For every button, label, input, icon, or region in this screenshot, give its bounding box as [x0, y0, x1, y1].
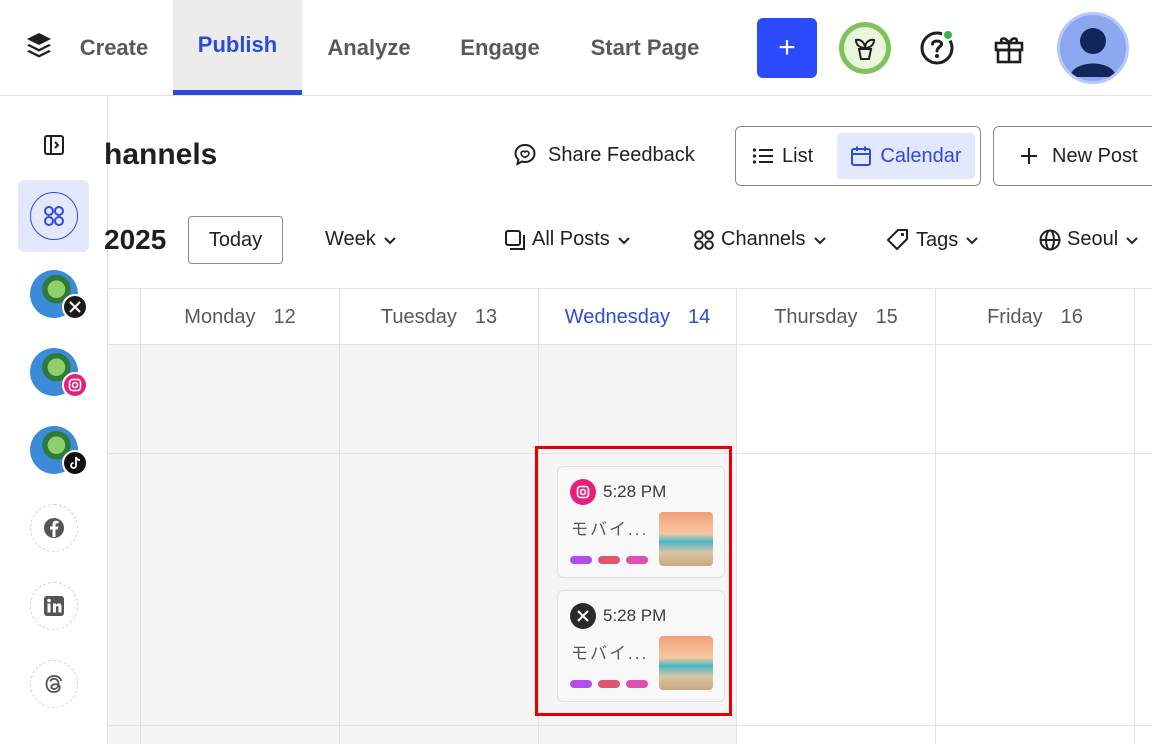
all-channels-button[interactable] — [18, 180, 89, 252]
new-post-button[interactable]: New Post — [993, 126, 1152, 186]
channel-tiktok[interactable] — [30, 426, 88, 476]
nav-tab-engage[interactable]: Engage — [444, 0, 556, 95]
plus-icon: + — [778, 31, 796, 64]
calendar-view-button[interactable]: Calendar — [837, 133, 975, 179]
range-dropdown[interactable]: Week — [325, 228, 398, 251]
threads-icon — [45, 675, 63, 693]
calendar-day-header: Monday 12 Tuesday 13 Wednesday 14 Thursd… — [108, 288, 1152, 345]
plant-icon — [854, 38, 876, 60]
day-name: Friday — [987, 305, 1043, 328]
channel-threads[interactable] — [30, 660, 78, 708]
calendar-icon — [851, 146, 872, 166]
nav-tab-publish[interactable]: Publish — [173, 0, 302, 95]
plus-icon — [1021, 148, 1037, 164]
tags-dropdown[interactable]: Tags — [886, 228, 980, 252]
list-view-button[interactable]: List — [752, 133, 813, 179]
all-posts-dropdown[interactable]: All Posts — [504, 228, 632, 251]
globe-icon — [1039, 229, 1061, 250]
x-icon — [62, 294, 88, 320]
channel-facebook[interactable] — [30, 504, 78, 552]
channels-label: Channels — [721, 228, 806, 250]
day-name: Tuesday — [380, 305, 457, 328]
chat-feedback-icon — [514, 143, 536, 166]
day-column-thursday[interactable] — [736, 345, 935, 744]
notification-dot — [942, 29, 954, 41]
share-feedback-label: Share Feedback — [548, 143, 695, 166]
today-label: Today — [208, 228, 263, 251]
all-posts-label: All Posts — [532, 228, 610, 250]
chevron-down-icon — [966, 237, 978, 245]
day-header-thursday: Thursday 15 — [736, 289, 935, 345]
day-header-wednesday: Wednesday 14 — [538, 289, 736, 345]
day-header-monday: Monday 12 — [140, 289, 339, 345]
current-date-range: 2025 — [104, 224, 166, 256]
create-new-button[interactable]: + — [757, 18, 817, 78]
grid-icon — [694, 229, 714, 250]
nav-tab-label: Start Page — [590, 34, 700, 60]
chevron-down-icon — [618, 236, 630, 244]
nav-tab-label: Publish — [197, 32, 278, 57]
timezone-label: Seoul — [1067, 228, 1119, 250]
nav-tab-label: Engage — [460, 34, 540, 60]
channel-linkedin[interactable] — [30, 582, 78, 630]
nav-tab-label: Create — [79, 34, 149, 60]
grid-icon — [43, 206, 64, 226]
nav-tab-create[interactable]: Create — [62, 0, 166, 95]
nav-tab-label: Analyze — [327, 34, 411, 60]
highlight-box — [535, 446, 732, 716]
tags-label: Tags — [916, 228, 959, 251]
channel-x[interactable] — [30, 270, 88, 320]
facebook-icon — [44, 518, 64, 538]
day-column-monday[interactable] — [140, 345, 339, 744]
day-column-next[interactable] — [1134, 345, 1152, 744]
channel-sidebar — [0, 96, 108, 744]
day-number: 16 — [1060, 305, 1083, 328]
chevron-down-icon — [813, 236, 826, 244]
posts-icon — [505, 229, 525, 250]
channels-dropdown[interactable]: Channels — [693, 228, 828, 251]
tag-icon — [887, 229, 908, 250]
plant-streak-button[interactable] — [839, 22, 891, 74]
expand-sidebar-icon[interactable] — [40, 132, 68, 158]
today-button[interactable]: Today — [188, 216, 283, 264]
day-number: 12 — [273, 305, 296, 328]
day-name: Monday — [184, 305, 256, 328]
nav-tab-analyze[interactable]: Analyze — [310, 0, 428, 95]
year-text: 2025 — [104, 224, 167, 255]
day-number: 15 — [875, 305, 898, 328]
day-name: Wednesday — [564, 305, 670, 328]
list-icon — [752, 148, 773, 164]
page-title-text: hannels — [104, 138, 218, 171]
share-feedback-button[interactable]: Share Feedback — [512, 142, 695, 168]
tiktok-icon — [62, 450, 88, 476]
channel-instagram[interactable] — [30, 348, 88, 398]
hour-divider — [108, 725, 1152, 726]
list-view-label: List — [782, 144, 814, 167]
nav-tab-start-page[interactable]: Start Page — [572, 0, 718, 95]
gift-icon[interactable] — [992, 32, 1026, 66]
day-header-tuesday: Tuesday 13 — [339, 289, 538, 345]
chevron-down-icon — [1126, 236, 1138, 244]
new-post-label: New Post — [1052, 144, 1138, 167]
instagram-icon — [62, 372, 88, 398]
linkedin-icon — [44, 596, 64, 616]
timezone-dropdown[interactable]: Seoul — [1039, 228, 1140, 251]
calendar-view-label: Calendar — [880, 144, 962, 167]
range-label: Week — [325, 228, 376, 250]
page-title: hannels — [104, 138, 224, 172]
day-number: 13 — [474, 305, 498, 328]
day-column-tuesday[interactable] — [339, 345, 538, 744]
day-header-next — [1134, 289, 1152, 345]
user-avatar[interactable] — [1057, 12, 1129, 84]
day-name: Thursday — [774, 305, 858, 328]
view-toggle-group: List Calendar — [735, 126, 981, 186]
top-navigation-bar: Create Publish Analyze Engage Start Page… — [0, 0, 1152, 96]
day-number: 14 — [688, 305, 711, 328]
chevron-down-icon — [384, 236, 396, 244]
day-column-friday[interactable] — [935, 345, 1134, 744]
day-header-friday: Friday 16 — [935, 289, 1134, 345]
buffer-logo-icon[interactable] — [24, 30, 54, 62]
